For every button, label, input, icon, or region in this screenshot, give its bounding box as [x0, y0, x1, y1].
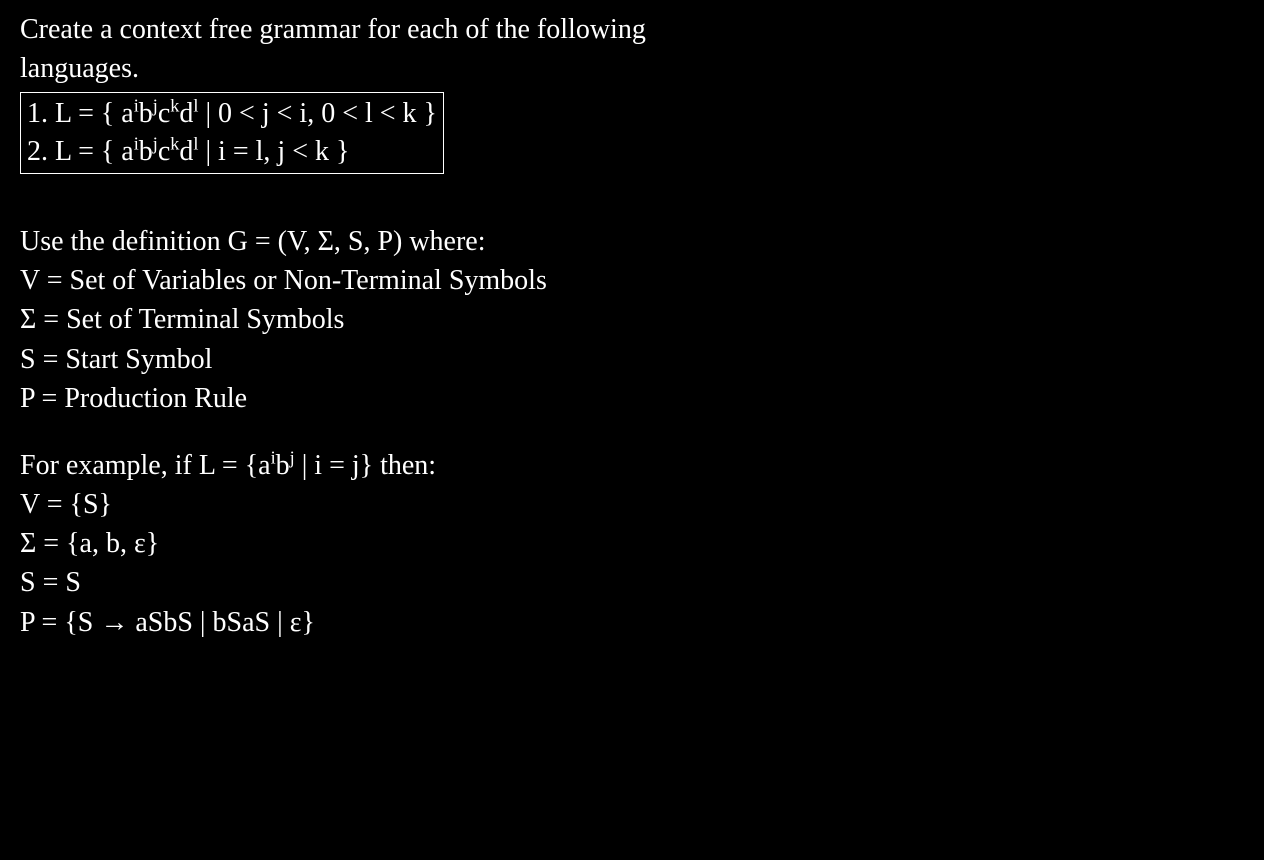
p2-c: c — [158, 136, 170, 167]
p2-d: d — [179, 136, 193, 167]
p2-b: b — [139, 136, 153, 167]
p1-c: c — [158, 98, 170, 129]
example-p: P = {S → aSbS | bSaS | ε} — [20, 603, 1244, 642]
p1-b: b — [139, 98, 153, 129]
example-header: For example, if L = {aibj | i = j} then: — [20, 446, 1244, 485]
p1-d: d — [179, 98, 193, 129]
definition-s: S = Start Symbol — [20, 340, 1244, 379]
intro-line-1: Create a context free grammar for each o… — [20, 10, 1244, 49]
problem-2: 2. L = { aibjckdl | i = l, j < k } — [27, 133, 437, 171]
definition-section: Use the definition G = (V, Σ, S, P) wher… — [20, 222, 1244, 418]
example-header-prefix: For example, if L = {a — [20, 450, 271, 481]
definition-v: V = Set of Variables or Non-Terminal Sym… — [20, 261, 1244, 300]
definition-header: Use the definition G = (V, Σ, S, P) wher… — [20, 222, 1244, 261]
p1-condition: | 0 < j < i, 0 < l < k } — [198, 98, 437, 129]
p1-prefix: 1. L = { a — [27, 98, 134, 129]
p2-prefix: 2. L = { a — [27, 136, 134, 167]
definition-p: P = Production Rule — [20, 379, 1244, 418]
example-header-suffix: | i = j} then: — [295, 450, 436, 481]
problem-box: 1. L = { aibjckdl | 0 < j < i, 0 < l < k… — [20, 92, 444, 174]
intro-line-2: languages. — [20, 49, 1244, 88]
p2-condition: | i = l, j < k } — [198, 136, 349, 167]
example-b: b — [276, 450, 290, 481]
example-sigma: Σ = {a, b, ε} — [20, 524, 1244, 563]
intro-text: Create a context free grammar for each o… — [20, 10, 1244, 88]
example-s: S = S — [20, 563, 1244, 602]
definition-sigma: Σ = Set of Terminal Symbols — [20, 300, 1244, 339]
example-section: For example, if L = {aibj | i = j} then:… — [20, 446, 1244, 642]
problem-1: 1. L = { aibjckdl | 0 < j < i, 0 < l < k… — [27, 95, 437, 133]
example-v: V = {S} — [20, 485, 1244, 524]
